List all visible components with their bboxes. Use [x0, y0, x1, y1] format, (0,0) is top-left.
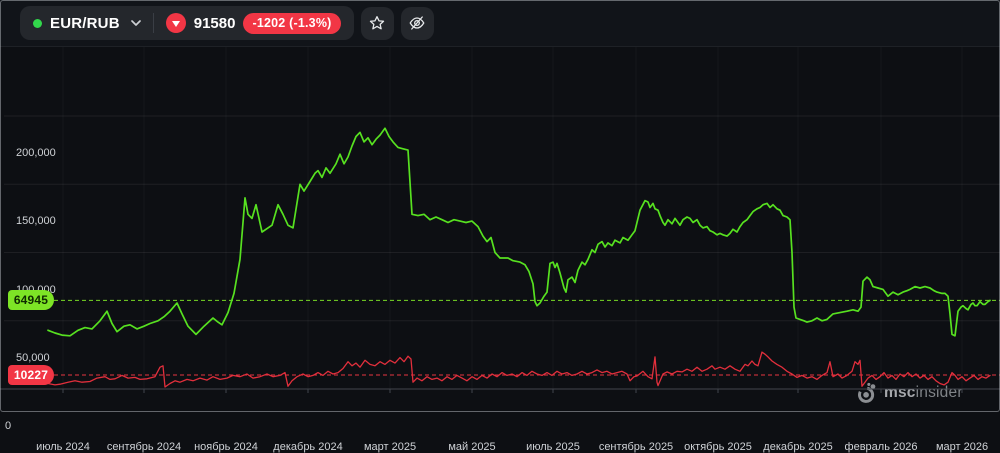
- y-axis-label: 200,000: [16, 147, 56, 159]
- watermark-text: mscinsider: [884, 384, 963, 402]
- watermark: mscinsider: [856, 382, 963, 404]
- star-icon: [368, 14, 386, 32]
- favorite-button[interactable]: [360, 6, 394, 40]
- y-axis-label: 0: [5, 420, 12, 432]
- y-axis-label: 50,000: [16, 351, 50, 364]
- symbol-toolbar: EUR/RUB 91580 -1202 (-1.3%): [20, 6, 354, 40]
- x-axis-label: март 2026: [935, 441, 989, 453]
- y-axis-label: 150,000: [16, 215, 56, 228]
- hide-button[interactable]: [400, 6, 434, 40]
- toolbar-divider: [152, 13, 154, 33]
- eye-off-icon: [408, 14, 426, 32]
- secondary-ref-label: 10227: [8, 365, 54, 385]
- x-axis-label: декабрь 2024: [273, 441, 343, 453]
- chevron-down-icon: [130, 20, 141, 26]
- x-axis-label: май 2025: [448, 441, 496, 453]
- watermark-bold: msc: [884, 384, 916, 401]
- x-axis-label: март 2025: [363, 441, 417, 453]
- symbol-selector[interactable]: EUR/RUB: [33, 15, 141, 32]
- x-axis-label: июль 2025: [526, 441, 580, 453]
- market-status-dot: [33, 18, 42, 28]
- y-axis: 050,000100,000150,000200,000: [0, 46, 1000, 432]
- watermark-regular: insider: [915, 384, 963, 401]
- price-info: 91580 -1202 (-1.3%): [165, 12, 341, 34]
- mscinsider-logo-icon: [856, 382, 878, 404]
- change-badge: -1202 (-1.3%): [243, 12, 341, 34]
- x-axis-label: декабрь 2025: [763, 441, 833, 453]
- arrow-down-circle-icon: [165, 13, 186, 33]
- chart-area[interactable]: mscinsider июль 2024 сентябрь 2024 ноябрь …: [0, 46, 1000, 453]
- x-axis-label: сентябрь 2025: [598, 441, 674, 453]
- x-axis-label: октябрь 2025: [684, 441, 752, 453]
- x-axis-label: июль 2024: [36, 441, 90, 453]
- symbol-label: EUR/RUB: [50, 14, 120, 32]
- toolbar: EUR/RUB 91580 -1202 (-1.3%): [0, 0, 1000, 47]
- price-ref-label: 64945: [8, 290, 54, 311]
- x-axis-label: февраль 2026: [844, 441, 918, 453]
- x-axis-label: ноябрь 2024: [194, 441, 258, 453]
- price-value: 91580: [193, 14, 236, 32]
- x-axis-label: сентябрь 2024: [106, 441, 182, 453]
